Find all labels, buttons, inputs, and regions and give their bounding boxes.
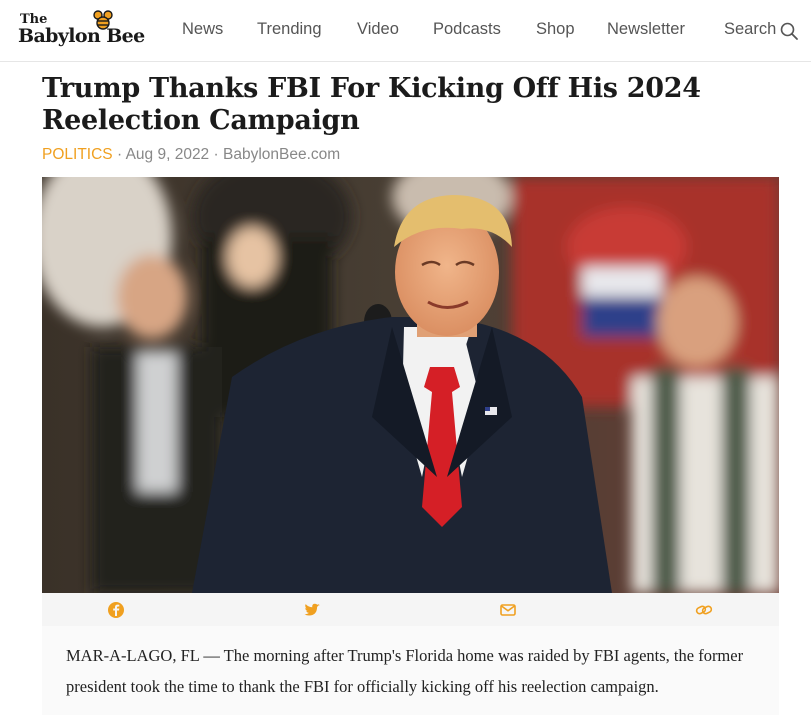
magnifier-icon[interactable] [779,21,799,41]
link-icon[interactable] [694,600,714,620]
twitter-icon[interactable] [302,600,322,620]
meta-separator: · [116,146,123,163]
facebook-icon[interactable] [106,600,126,620]
article-date: Aug 9, 2022 [125,146,210,163]
article-title: Trump Thanks FBI For Kicking Off His 202… [42,73,701,136]
email-icon[interactable] [498,600,518,620]
article-photo [42,177,779,593]
nav-newsletter[interactable]: Newsletter [607,20,685,39]
logo-name: Babylon Bee [18,25,145,47]
site-header: The Babylon Bee News Trending Video Podc… [0,0,811,62]
nav-shop[interactable]: Shop [536,20,575,39]
nav-video[interactable]: Video [357,20,399,39]
article-source: BabylonBee.com [222,146,341,163]
nav-podcasts[interactable]: Podcasts [433,20,501,39]
meta-separator: · [213,146,219,163]
article-body: MAR-A-LAGO, FL — The morning after Trump… [42,626,779,715]
article-paragraph: MAR-A-LAGO, FL — The morning after Trump… [66,646,744,696]
nav-trending[interactable]: Trending [257,20,322,39]
article-meta: POLITICS · Aug 9, 2022 · BabylonBee.com [42,146,340,164]
share-bar [42,593,779,626]
site-logo[interactable]: The Babylon Bee [18,10,153,50]
nav-news[interactable]: News [182,20,223,39]
nav-search[interactable]: Search [724,20,776,39]
photo-illustration [42,177,779,593]
category-link[interactable]: POLITICS [42,146,113,163]
